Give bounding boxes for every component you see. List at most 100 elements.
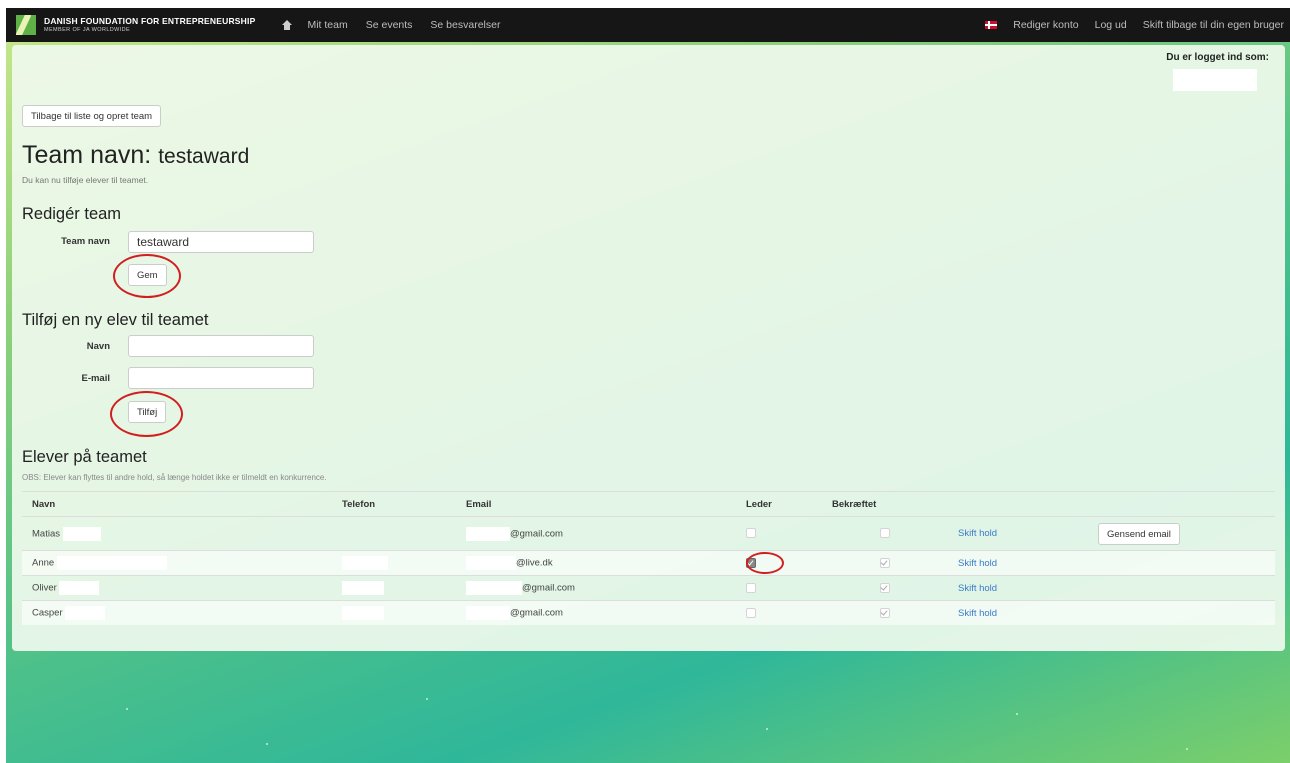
annotation-circle: [113, 254, 181, 298]
student-email: @gmail.com: [522, 582, 575, 594]
nav-links: Mit team Se events Se besvarelser: [281, 19, 518, 31]
student-phone-cell: [332, 516, 456, 551]
student-email-cell: @live.dk: [456, 550, 736, 576]
table-row: Oliver @gmail.com Skift hold: [22, 575, 1275, 601]
action-cell: Skift hold: [948, 516, 1088, 551]
confirmed-checkbox: [880, 607, 890, 618]
change-team-link[interactable]: Skift hold: [958, 583, 997, 594]
logged-in-label: Du er logget ind som:: [1166, 52, 1269, 63]
resend-cell: [1088, 550, 1275, 576]
table-row: Anne @live.dk Skift hold: [22, 550, 1275, 576]
students-heading: Elever på teamet: [22, 448, 147, 466]
nav-link-mit-team[interactable]: Mit team: [307, 19, 347, 31]
nav-link-log-ud[interactable]: Log ud: [1095, 19, 1127, 31]
change-team-link[interactable]: Skift hold: [958, 608, 997, 619]
student-email-label: E-mail: [81, 373, 110, 384]
student-phone-cell: [332, 550, 456, 576]
student-name: Casper: [32, 607, 63, 619]
leader-cell: [736, 550, 822, 576]
table-header-row: Navn Telefon Email Leder Bekræftet: [22, 491, 1275, 517]
change-team-link[interactable]: Skift hold: [958, 558, 997, 569]
nav-link-se-besvarelser[interactable]: Se besvarelser: [430, 19, 500, 31]
resend-email-button[interactable]: Gensend email: [1098, 522, 1180, 545]
leader-cell: [736, 575, 822, 601]
redacted-phone: [342, 581, 384, 595]
brand-subtitle: MEMBER OF JA WORLDWIDE: [44, 26, 131, 33]
student-email-field[interactable]: [128, 367, 314, 389]
student-name-input[interactable]: [128, 335, 314, 357]
background-speck: [766, 728, 768, 730]
student-email-cell: @gmail.com: [456, 516, 736, 551]
background-speck: [126, 708, 128, 710]
student-name-cell: Anne: [22, 550, 332, 576]
nav-link-rediger-konto[interactable]: Rediger konto: [1013, 19, 1078, 31]
column-header-phone: Telefon: [332, 491, 456, 517]
student-name: Matias: [32, 528, 60, 540]
background-speck: [426, 698, 428, 700]
confirmed-checkbox: [880, 557, 890, 568]
danish-flag-icon[interactable]: [985, 21, 998, 29]
resend-cell: [1088, 600, 1275, 625]
student-phone-cell: [332, 575, 456, 601]
page-title: Team navn: testaward: [22, 141, 249, 170]
confirmed-cell: [822, 600, 948, 625]
nav-link-se-events[interactable]: Se events: [366, 19, 413, 31]
page-hint: Du kan nu tilføje elever til teamet.: [22, 175, 149, 185]
leader-checkbox[interactable]: [746, 607, 756, 618]
column-header-email: Email: [456, 491, 736, 517]
logged-in-user-redacted: [1173, 69, 1257, 91]
student-email: @live.dk: [516, 557, 553, 569]
student-phone-cell: [332, 600, 456, 625]
column-header-leader: Leder: [736, 491, 822, 517]
students-table: Navn Telefon Email Leder Bekræftet Matia…: [22, 491, 1275, 625]
brand-title: DANISH FOUNDATION FOR ENTREPRENEURSHIP: [44, 16, 256, 26]
student-email-cell: @gmail.com: [456, 600, 736, 625]
confirmed-cell: [822, 516, 948, 551]
redacted-email-user: [466, 581, 522, 595]
home-icon[interactable]: [281, 20, 293, 30]
nav-link-switch-back-user[interactable]: Skift tilbage til din egen bruger: [1143, 19, 1284, 31]
redacted-email-user: [466, 526, 510, 541]
column-header-action: [948, 491, 1088, 517]
redacted-surname: [59, 581, 100, 595]
leader-cell: [736, 600, 822, 625]
page-title-team-name: testaward: [158, 145, 250, 168]
action-cell: Skift hold: [948, 575, 1088, 601]
brand[interactable]: DANISH FOUNDATION FOR ENTREPRENEURSHIP M…: [16, 15, 255, 35]
redacted-surname: [62, 526, 101, 541]
background-speck: [1186, 748, 1188, 750]
edit-team-heading: Redigér team: [22, 205, 122, 223]
add-student-heading: Tilføj en ny elev til teamet: [22, 311, 209, 329]
students-note: OBS: Elever kan flyttes til andre hold, …: [22, 473, 327, 482]
brand-text: DANISH FOUNDATION FOR ENTREPRENEURSHIP M…: [44, 17, 255, 33]
leader-checkbox[interactable]: [746, 528, 756, 539]
student-name-cell: Matias: [22, 516, 332, 551]
redacted-phone: [342, 606, 384, 620]
confirmed-cell: [822, 550, 948, 576]
annotation-circle: [110, 391, 183, 437]
student-name-cell: Casper: [22, 600, 332, 625]
leader-checkbox[interactable]: [746, 582, 756, 593]
nav-right: Rediger konto Log ud Skift tilbage til d…: [985, 19, 1284, 31]
redacted-surname: [56, 556, 167, 570]
action-cell: Skift hold: [948, 600, 1088, 625]
student-email: @gmail.com: [510, 528, 563, 540]
table-row: Casper @gmail.com Skift hold: [22, 600, 1275, 625]
leader-cell: [736, 516, 822, 551]
student-name-label: Navn: [86, 341, 110, 352]
change-team-link[interactable]: Skift hold: [958, 528, 997, 539]
confirmed-checkbox: [880, 528, 890, 539]
column-header-confirmed: Bekræftet: [822, 491, 948, 517]
main-panel: Du er logget ind som: Tilbage til liste …: [12, 45, 1285, 651]
redacted-phone: [342, 556, 388, 570]
column-header-resend: [1088, 491, 1275, 517]
confirmed-cell: [822, 575, 948, 601]
back-to-list-button[interactable]: Tilbage til liste og opret team: [22, 105, 162, 127]
page-title-prefix: Team navn:: [22, 141, 152, 169]
brand-logo-icon: [16, 15, 36, 35]
redacted-email-user: [466, 556, 516, 570]
team-name-label: Team navn: [61, 236, 110, 247]
student-email-cell: @gmail.com: [456, 575, 736, 601]
team-name-input[interactable]: [128, 231, 314, 253]
student-name: Anne: [32, 557, 55, 569]
